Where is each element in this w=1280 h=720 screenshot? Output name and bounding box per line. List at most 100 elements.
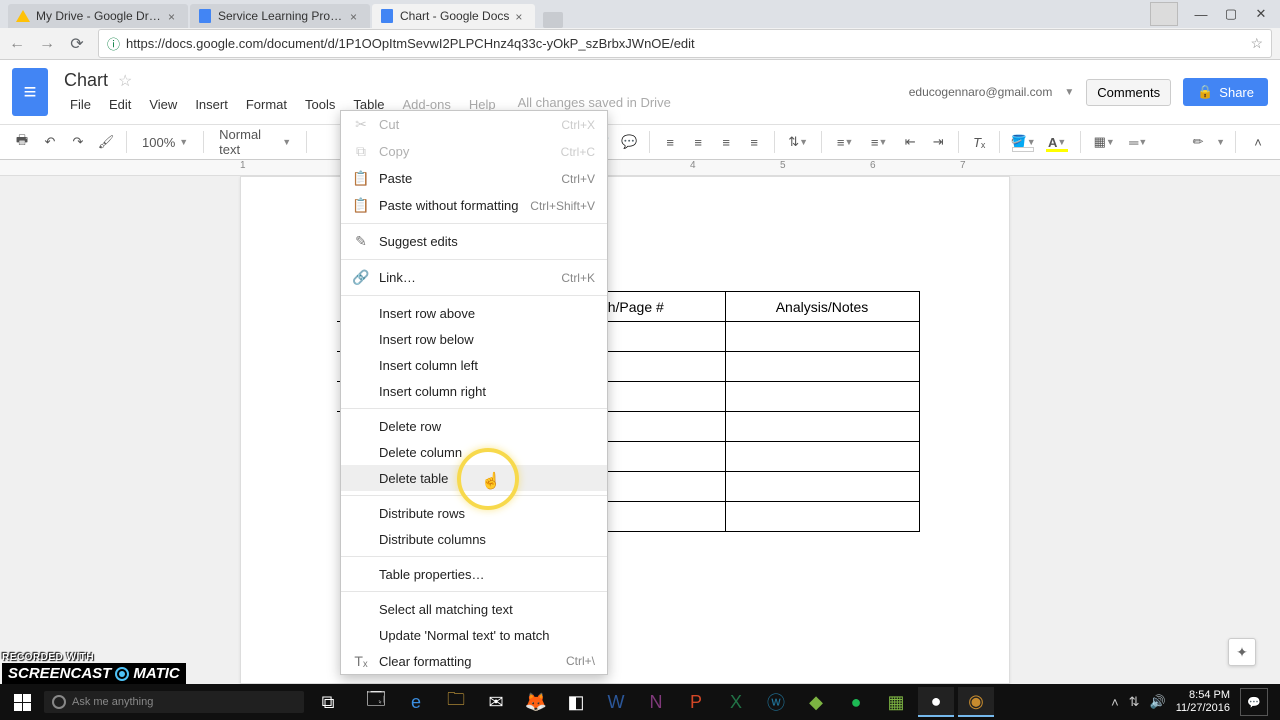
context-menu-item[interactable]: 📋PasteCtrl+V xyxy=(341,165,607,192)
insert-comment-icon[interactable]: 💬 xyxy=(617,130,641,154)
wordpress-icon[interactable]: ⓦ xyxy=(758,687,794,717)
excel-icon[interactable]: X xyxy=(718,687,754,717)
file-explorer-icon[interactable]: 🗀 xyxy=(438,687,474,717)
border-width-icon[interactable]: ═▼ xyxy=(1123,130,1153,154)
print-icon[interactable]: 🖶 xyxy=(10,130,34,154)
align-center-icon[interactable]: ≡ xyxy=(686,130,710,154)
watermark-brand: MATIC xyxy=(133,665,179,682)
context-menu-item[interactable]: Distribute columns xyxy=(341,526,607,552)
table-header-cell[interactable]: Analysis/Notes xyxy=(725,292,919,322)
context-menu-item[interactable]: Select all matching text xyxy=(341,596,607,622)
chevron-down-icon[interactable]: ▼ xyxy=(1216,137,1225,147)
context-menu-item[interactable]: Insert row above xyxy=(341,300,607,326)
border-icon[interactable]: ▦▼ xyxy=(1089,130,1119,154)
context-menu-item[interactable]: TₓClear formattingCtrl+\ xyxy=(341,648,607,674)
context-menu-item[interactable]: 🔗Link…Ctrl+K xyxy=(341,264,607,291)
align-justify-icon[interactable]: ≡ xyxy=(742,130,766,154)
taskbar-app-icon[interactable]: ◆ xyxy=(798,687,834,717)
menu-insert[interactable]: Insert xyxy=(189,95,234,114)
context-menu-item[interactable]: ✎Suggest edits xyxy=(341,228,607,255)
spotify-icon[interactable]: ● xyxy=(838,687,874,717)
cortana-search[interactable]: Ask me anything xyxy=(44,691,304,713)
tray-chevron-icon[interactable]: ˄ xyxy=(1111,695,1119,710)
menu-edit[interactable]: Edit xyxy=(103,95,137,114)
task-view-icon[interactable]: ⧉ xyxy=(310,687,346,717)
context-menu-item[interactable]: Delete column xyxy=(341,439,607,465)
menu-view[interactable]: View xyxy=(143,95,183,114)
context-menu-item[interactable]: Distribute rows xyxy=(341,500,607,526)
edge-icon[interactable]: e xyxy=(398,687,434,717)
user-email[interactable]: educogennaro@gmail.com xyxy=(909,85,1053,99)
powerpoint-icon[interactable]: P xyxy=(678,687,714,717)
docs-icon xyxy=(380,9,394,23)
minimize-icon[interactable]: — xyxy=(1194,7,1208,21)
context-menu-item[interactable]: Insert row below xyxy=(341,326,607,352)
document-title[interactable]: Chart xyxy=(64,70,108,91)
editing-mode-icon[interactable]: ✏ xyxy=(1186,130,1210,154)
zoom-select[interactable]: 100%▼ xyxy=(135,132,195,153)
undo-icon[interactable]: ↶ xyxy=(38,130,62,154)
onenote-icon[interactable]: N xyxy=(638,687,674,717)
document-canvas[interactable]: aph/Page # Analysis/Notes xyxy=(0,176,1280,684)
tab-service-learning[interactable]: Service Learning Project × xyxy=(190,4,370,28)
bulleted-list-icon[interactable]: ≡▼ xyxy=(864,130,894,154)
line-spacing-icon[interactable]: ⇅▼ xyxy=(783,130,813,154)
network-icon[interactable]: ⇅ xyxy=(1129,694,1140,710)
system-clock[interactable]: 8:54 PM 11/27/2016 xyxy=(1176,689,1230,715)
numbered-list-icon[interactable]: ≡▼ xyxy=(830,130,860,154)
indent-decrease-icon[interactable]: ⇤ xyxy=(898,130,922,154)
context-menu-item[interactable]: Table properties… xyxy=(341,561,607,587)
mail-icon[interactable]: ✉ xyxy=(478,687,514,717)
context-menu-item[interactable]: Insert column left xyxy=(341,352,607,378)
menu-file[interactable]: File xyxy=(64,95,97,114)
context-menu-item[interactable]: 📋Paste without formattingCtrl+Shift+V xyxy=(341,192,607,219)
notifications-icon[interactable]: 💬 xyxy=(1240,688,1268,716)
volume-icon[interactable]: 🔊 xyxy=(1150,694,1166,710)
chrome-profile-icon[interactable] xyxy=(1150,2,1178,26)
comments-button[interactable]: Comments xyxy=(1086,79,1171,106)
context-menu-item[interactable]: Delete table xyxy=(341,465,607,491)
close-icon[interactable]: × xyxy=(350,10,362,22)
word-icon[interactable]: W xyxy=(598,687,634,717)
redo-icon[interactable]: ↷ xyxy=(66,130,90,154)
align-right-icon[interactable]: ≡ xyxy=(714,130,738,154)
chrome-icon[interactable]: ● xyxy=(918,687,954,717)
menu-format[interactable]: Format xyxy=(240,95,293,114)
reload-icon[interactable]: ⟳ xyxy=(68,34,86,54)
clear-format-icon[interactable]: Tₓ xyxy=(967,130,991,154)
start-button[interactable] xyxy=(6,688,38,716)
docs-logo-icon[interactable]: ≡ xyxy=(12,68,48,116)
context-menu-item[interactable]: Insert column right xyxy=(341,378,607,404)
firefox-icon[interactable]: 🦊 xyxy=(518,687,554,717)
close-icon[interactable]: × xyxy=(515,10,527,22)
bookmark-star-icon[interactable]: ☆ xyxy=(1250,35,1263,52)
context-menu-item[interactable]: Update 'Normal text' to match xyxy=(341,622,607,648)
indent-increase-icon[interactable]: ⇥ xyxy=(926,130,950,154)
maximize-icon[interactable]: ▢ xyxy=(1224,7,1238,21)
taskbar-app-icon[interactable]: ▦ xyxy=(878,687,914,717)
star-icon[interactable]: ☆ xyxy=(118,71,132,91)
share-button[interactable]: 🔒 Share xyxy=(1183,78,1268,106)
explore-button[interactable]: ✦ xyxy=(1228,638,1256,666)
menu-item-icon: ⧉ xyxy=(351,143,371,160)
tab-chart[interactable]: Chart - Google Docs × xyxy=(372,4,535,28)
screencast-icon[interactable]: ◉ xyxy=(958,687,994,717)
close-window-icon[interactable]: ✕ xyxy=(1254,7,1268,21)
taskbar-app-icon[interactable]: 🗔 xyxy=(358,687,394,717)
tab-my-drive[interactable]: My Drive - Google Drive × xyxy=(8,4,188,28)
url-input[interactable]: ⓘ https://docs.google.com/document/d/1P1… xyxy=(98,29,1272,58)
taskbar-app-icon[interactable]: ◧ xyxy=(558,687,594,717)
menu-item-label: Delete column xyxy=(379,445,595,460)
back-icon[interactable]: ← xyxy=(8,35,26,53)
close-icon[interactable]: × xyxy=(168,10,180,22)
highlight-color-icon[interactable]: A▼ xyxy=(1042,130,1072,154)
fill-color-icon[interactable]: 🪣▼ xyxy=(1008,130,1038,154)
menu-tools[interactable]: Tools xyxy=(299,95,341,114)
context-menu-item[interactable]: Delete row xyxy=(341,413,607,439)
collapse-toolbar-icon[interactable]: ˄ xyxy=(1246,130,1270,154)
align-left-icon[interactable]: ≡ xyxy=(658,130,682,154)
paint-format-icon[interactable]: 🖌 xyxy=(94,130,118,154)
new-tab-button[interactable] xyxy=(543,12,563,28)
chevron-down-icon[interactable]: ▼ xyxy=(1064,87,1074,98)
style-select[interactable]: Normal text▼ xyxy=(212,124,298,160)
